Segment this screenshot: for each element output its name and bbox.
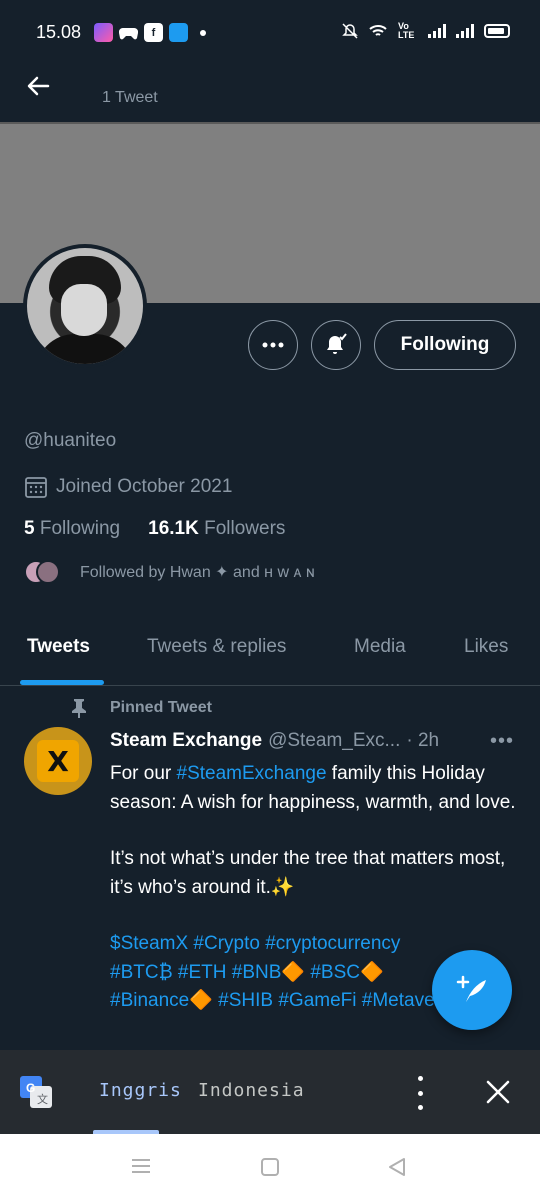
tab-likes[interactable]: Likes bbox=[464, 636, 508, 658]
joined-text: Joined October 2021 bbox=[56, 476, 233, 497]
close-icon[interactable] bbox=[482, 1076, 514, 1108]
google-translate-icon[interactable]: G 文 bbox=[18, 1074, 54, 1110]
more-notifications-dot bbox=[200, 29, 206, 36]
system-icons: Vo LTE bbox=[342, 22, 510, 40]
followers-count: 16.1K bbox=[148, 518, 199, 539]
signal-icon-2 bbox=[456, 24, 474, 38]
following-button[interactable]: Following bbox=[374, 320, 516, 370]
translate-menu-button[interactable] bbox=[410, 1076, 430, 1110]
joined-date: Joined October 2021 bbox=[24, 475, 232, 499]
tweet-header: Steam Exchange @Steam_Exc... · 2h bbox=[110, 730, 480, 752]
status-time: 15.08 bbox=[36, 22, 82, 42]
back-arrow-icon[interactable] bbox=[22, 70, 54, 102]
profile-tabs: Tweets Tweets & replies Media Likes bbox=[0, 620, 540, 686]
followed-by-text: Followed by Hwan ✦ and ʜ ᴡ ᴀ ɴ bbox=[80, 564, 315, 581]
svg-text:文: 文 bbox=[37, 1092, 48, 1106]
pinned-text: Pinned Tweet bbox=[110, 699, 212, 716]
follower-avatar-2 bbox=[36, 560, 60, 584]
active-tab-indicator bbox=[20, 680, 104, 685]
tweet-author-name[interactable]: Steam Exchange bbox=[110, 730, 262, 752]
system-nav-bar bbox=[0, 1134, 540, 1200]
back-icon[interactable] bbox=[386, 1156, 408, 1178]
more-dots-icon bbox=[262, 342, 284, 348]
signal-icon-1 bbox=[428, 24, 446, 38]
battery-icon bbox=[484, 24, 510, 38]
following-stat[interactable]: 5 Following bbox=[24, 518, 120, 540]
followed-by[interactable]: Followed by Hwan ✦ and ʜ ᴡ ᴀ ɴ bbox=[24, 560, 315, 584]
app-shield-icon bbox=[169, 23, 188, 42]
calendar-icon bbox=[25, 477, 47, 498]
tweet-count: 1 Tweet bbox=[102, 89, 158, 106]
hashtag-steamexchange[interactable]: #SteamExchange bbox=[177, 763, 327, 784]
tweet-author-avatar[interactable]: X bbox=[24, 727, 92, 795]
status-bar: 15.08 f Vo LTE bbox=[0, 0, 540, 66]
compose-tweet-button[interactable] bbox=[432, 950, 512, 1030]
facebook-icon: f bbox=[144, 23, 163, 42]
mute-icon bbox=[342, 23, 358, 39]
compose-feather-icon bbox=[456, 975, 486, 1002]
more-options-button[interactable] bbox=[248, 320, 298, 370]
app-notification-icon bbox=[94, 23, 113, 42]
profile-handle: @huaniteo bbox=[24, 430, 117, 451]
tab-media[interactable]: Media bbox=[354, 636, 406, 658]
translate-bar: G 文 Inggris Indonesia bbox=[0, 1050, 540, 1134]
followers-stat[interactable]: 16.1K Followers bbox=[148, 518, 285, 540]
notification-icons: f bbox=[94, 23, 206, 42]
follow-stats: 5 Following 16.1K Followers bbox=[24, 518, 285, 540]
svg-text:G: G bbox=[26, 1081, 35, 1095]
tweet-avatar-logo: X bbox=[37, 740, 79, 782]
gamepad-icon bbox=[119, 23, 138, 42]
tweet-author-handle[interactable]: @Steam_Exc... bbox=[268, 730, 400, 752]
lang-source[interactable]: Inggris bbox=[99, 1080, 182, 1101]
pinned-label: Pinned Tweet bbox=[70, 698, 212, 718]
notifications-button[interactable] bbox=[311, 320, 361, 370]
tweet-time[interactable]: · 2h bbox=[406, 730, 439, 752]
following-label: Following bbox=[39, 518, 121, 539]
tab-tweets-replies[interactable]: Tweets & replies bbox=[147, 636, 286, 658]
wifi-icon bbox=[369, 25, 387, 36]
tab-tweets[interactable]: Tweets bbox=[27, 636, 90, 658]
lang-target[interactable]: Indonesia bbox=[198, 1080, 305, 1101]
profile-avatar[interactable] bbox=[23, 244, 147, 368]
following-count: 5 bbox=[24, 518, 35, 539]
tweet-more-button[interactable]: ••• bbox=[490, 730, 514, 753]
bell-check-icon bbox=[327, 333, 347, 354]
volte-label: Vo LTE bbox=[398, 21, 415, 40]
tweet-paragraph-2: It’s not what’s under the tree that matt… bbox=[110, 848, 506, 898]
pin-icon bbox=[72, 699, 86, 718]
tweet-paragraph-1: For our #SteamExchange family this Holid… bbox=[110, 763, 516, 813]
home-icon[interactable] bbox=[259, 1156, 281, 1178]
recent-apps-icon[interactable] bbox=[130, 1156, 152, 1176]
followers-label: Followers bbox=[204, 518, 286, 539]
